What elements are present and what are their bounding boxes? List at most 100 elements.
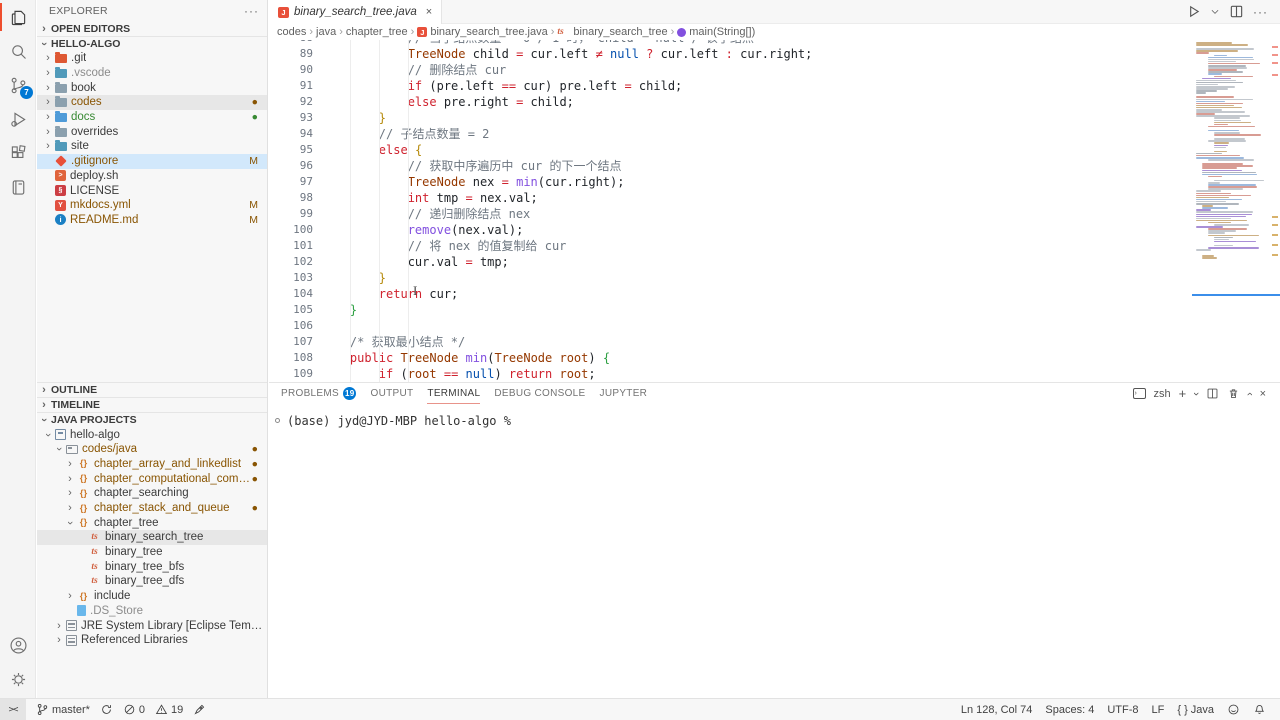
line-number[interactable]: 107 <box>269 334 313 350</box>
breadcrumb-codes[interactable]: codes <box>277 26 306 38</box>
java-item-ds-store[interactable]: .DS_Store <box>37 604 267 619</box>
file-item-docs[interactable]: ›docs● <box>37 110 267 125</box>
breadcrumb-main-string[interactable]: main(String[]) <box>677 26 755 38</box>
extensions-icon[interactable] <box>0 136 36 170</box>
split-terminal-icon[interactable] <box>1206 387 1219 400</box>
shell-label[interactable]: zsh <box>1154 388 1171 400</box>
outline-header[interactable]: › OUTLINE <box>37 382 267 397</box>
line-number[interactable]: 102 <box>269 254 313 270</box>
file-item-license[interactable]: §LICENSE <box>37 183 267 198</box>
java-item-binary-tree-bfs[interactable]: tsbinary_tree_bfs <box>37 559 267 574</box>
line-number[interactable]: 100 <box>269 222 313 238</box>
line-number[interactable]: 105 <box>269 302 313 318</box>
open-editors-header[interactable]: › OPEN EDITORS <box>37 21 267 36</box>
status-item-error[interactable]: 0 <box>123 703 145 716</box>
line-number[interactable]: 92 <box>269 94 313 110</box>
java-item-chapter-stack-and-queue[interactable]: ›{}chapter_stack_and_queue● <box>37 501 267 516</box>
line-number[interactable]: 101 <box>269 238 313 254</box>
java-item-codes-java[interactable]: ›codes/java● <box>37 442 267 457</box>
run-button-icon[interactable] <box>1186 4 1201 19</box>
panel-tab-output[interactable]: OUTPUT <box>370 383 413 404</box>
project-root-header[interactable]: › HELLO-ALGO <box>37 36 267 51</box>
timeline-header[interactable]: › TIMELINE <box>37 397 267 412</box>
terminal-picker-chevron-icon[interactable]: › <box>1190 392 1202 396</box>
java-item-chapter-searching[interactable]: ›{}chapter_searching <box>37 486 267 501</box>
line-number[interactable]: 94 <box>269 126 313 142</box>
settings-gear-icon[interactable] <box>0 662 36 696</box>
line-number[interactable]: 89 <box>269 46 313 62</box>
java-item-binary-tree[interactable]: tsbinary_tree <box>37 545 267 560</box>
line-number[interactable]: 97 <box>269 174 313 190</box>
run-dropdown-chevron-icon[interactable] <box>1210 4 1220 19</box>
status-item-braces[interactable]: { }Java <box>1177 704 1214 716</box>
java-item-hello-algo[interactable]: ›hello-algo <box>37 427 267 442</box>
status-item-spaces-4[interactable]: Spaces: 4 <box>1045 704 1094 716</box>
split-editor-icon[interactable] <box>1229 4 1244 19</box>
java-item-referenced-libraries[interactable]: ›Referenced Libraries <box>37 633 267 648</box>
line-number[interactable]: 108 <box>269 350 313 366</box>
breadcrumb-binary-search-tree[interactable]: tsbinary_search_tree <box>557 26 667 38</box>
line-number[interactable]: 96 <box>269 158 313 174</box>
explorer-more-actions-icon[interactable]: ··· <box>244 4 259 18</box>
explorer-icon[interactable] <box>0 0 36 34</box>
line-number[interactable]: 109 <box>269 366 313 382</box>
line-number[interactable]: 95 <box>269 142 313 158</box>
status-item-lf[interactable]: LF <box>1152 704 1165 716</box>
minimap[interactable] <box>1192 40 1268 382</box>
status-item-feedback[interactable] <box>1227 703 1240 716</box>
java-item-include[interactable]: ›{}include <box>37 589 267 604</box>
java-item-chapter-array-and-linkedlist[interactable]: ›{}chapter_array_and_linkedlist● <box>37 457 267 472</box>
maximize-panel-chevron-icon[interactable]: › <box>1244 392 1256 396</box>
panel-tab-terminal[interactable]: TERMINAL <box>427 383 480 404</box>
overview-ruler[interactable] <box>1268 40 1280 382</box>
line-number[interactable]: 99 <box>269 206 313 222</box>
close-tab-icon[interactable]: × <box>426 6 432 18</box>
breadcrumb-chapter-tree[interactable]: chapter_tree <box>346 26 408 38</box>
close-panel-icon[interactable]: × <box>1260 388 1266 400</box>
code-area[interactable]: 88 // 当子结点数量 = 0 / 1 时， child = null / 该… <box>269 40 1192 382</box>
java-projects-header[interactable]: › JAVA PROJECTS <box>37 412 267 427</box>
line-number[interactable]: 98 <box>269 190 313 206</box>
file-item-readme-md[interactable]: iREADME.mdM <box>37 213 267 228</box>
file-item-gitignore[interactable]: .gitignoreM <box>37 154 267 169</box>
line-number[interactable]: 104 <box>269 286 313 302</box>
java-item-binary-search-tree[interactable]: tsbinary_search_tree <box>37 530 267 545</box>
status-item-utf-8[interactable]: UTF-8 <box>1107 704 1138 716</box>
java-item-binary-tree-dfs[interactable]: tsbinary_tree_dfs <box>37 574 267 589</box>
panel-tab-problems[interactable]: PROBLEMS19 <box>281 383 356 404</box>
status-item-branch[interactable]: master* <box>36 703 90 716</box>
breadcrumb-java[interactable]: java <box>316 26 336 38</box>
file-item-git[interactable]: ›.git <box>37 51 267 66</box>
kill-terminal-trash-icon[interactable] <box>1227 387 1240 400</box>
status-item-bell[interactable] <box>1253 703 1266 716</box>
source-control-icon[interactable]: 7 <box>0 68 36 102</box>
notebook-icon[interactable] <box>0 170 36 204</box>
file-item-site[interactable]: ›site <box>37 139 267 154</box>
status-item-sync[interactable] <box>100 703 113 716</box>
breadcrumb-binary-search-tree-java[interactable]: Jbinary_search_tree.java <box>417 26 547 38</box>
panel-tab-debug-console[interactable]: DEBUG CONSOLE <box>494 383 585 404</box>
line-number[interactable]: 93 <box>269 110 313 126</box>
file-item-mkdocs-yml[interactable]: Ymkdocs.ymlM <box>37 198 267 213</box>
tab-binary-search-tree[interactable]: J binary_search_tree.java × <box>269 0 442 24</box>
line-number[interactable]: 90 <box>269 62 313 78</box>
java-item-chapter-computational-complexity[interactable]: ›{}chapter_computational_complexity● <box>37 471 267 486</box>
file-item-deploy-sh[interactable]: >deploy.sh <box>37 169 267 184</box>
panel-tab-jupyter[interactable]: JUPYTER <box>600 383 648 404</box>
java-item-chapter-tree[interactable]: ›{}chapter_tree <box>37 515 267 530</box>
file-item-codes[interactable]: ›codes● <box>37 95 267 110</box>
line-number[interactable]: 103 <box>269 270 313 286</box>
line-number[interactable]: 106 <box>269 318 313 334</box>
terminal-content[interactable]: (base) jyd@JYD-MBP hello-algo % <box>269 404 1280 428</box>
account-icon[interactable] <box>0 628 36 662</box>
status-item-rocket[interactable] <box>193 703 206 716</box>
status-item-ln-128-col-74[interactable]: Ln 128, Col 74 <box>961 704 1033 716</box>
file-item-vscode[interactable]: ›.vscode <box>37 66 267 81</box>
java-item-jre-system-library-eclipse-temurin-17-17[interactable]: ›JRE System Library [Eclipse Temurin 17 … <box>37 618 267 633</box>
file-item-overrides[interactable]: ›overrides <box>37 124 267 139</box>
new-terminal-icon[interactable]: + <box>1179 386 1187 401</box>
file-item-book[interactable]: ›book <box>37 80 267 95</box>
search-icon[interactable] <box>0 34 36 68</box>
line-number[interactable]: 91 <box>269 78 313 94</box>
remote-indicator-icon[interactable]: >< <box>0 699 26 720</box>
